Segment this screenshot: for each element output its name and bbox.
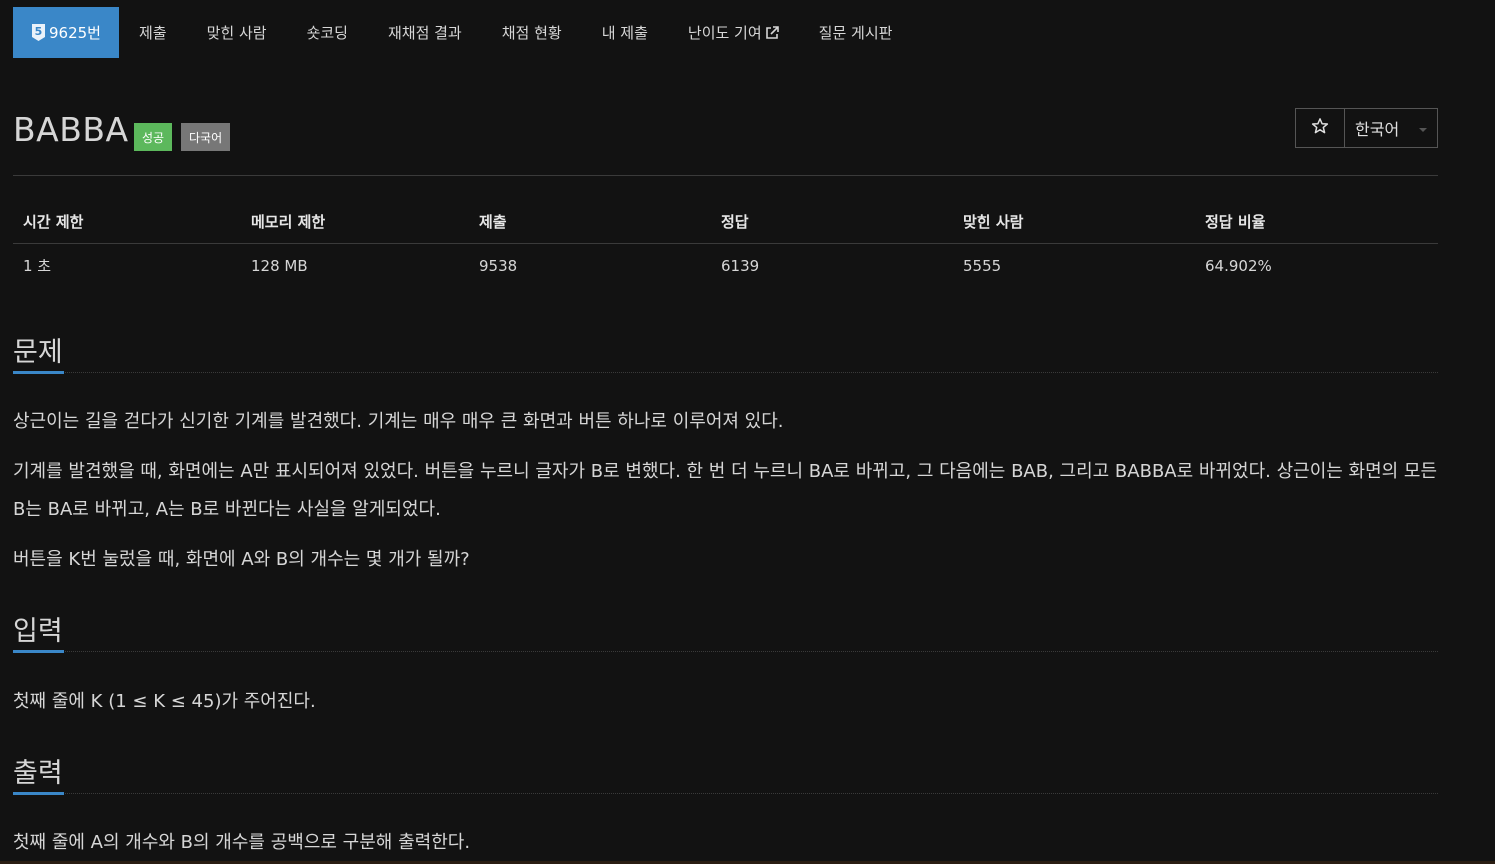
section-output: 출력 첫째 줄에 A의 개수와 B의 개수를 공백으로 구분해 출력한다. (13, 751, 1438, 862)
value-solved-users: 5555 (963, 256, 1002, 275)
value-accepted: 6139 (721, 256, 760, 275)
description-paragraph: 버튼을 K번 눌렀을 때, 화면에 A와 B의 개수는 몇 개가 될까? (13, 549, 470, 570)
problem-page: 5 9625번 제출 맞힌 사람 숏코딩 재채점 결과 채점 현황 내 제출 난… (0, 0, 1495, 864)
tier-number: 5 (34, 25, 43, 38)
value-time-limit: 1 초 (23, 257, 52, 275)
section-description-head: 문제 (13, 330, 1438, 374)
section-input-head: 입력 (13, 609, 1438, 653)
section-underline (13, 650, 64, 653)
menu-problem-id-label: 9625번 (49, 24, 101, 42)
header-memory-limit: 메모리 제한 (241, 199, 469, 244)
label-multilang[interactable]: 다국어 (181, 123, 231, 151)
header-solved-users: 맞힌 사람 (953, 199, 1195, 244)
menu-difficulty-contribute-label: 난이도 기여 (687, 24, 762, 42)
section-underline (13, 792, 64, 795)
menu-rejudge-result[interactable]: 재채점 결과 (368, 7, 482, 58)
value-accept-ratio: 64.902% (1205, 256, 1272, 275)
header-accept-ratio: 정답 비율 (1195, 199, 1438, 244)
favorite-button[interactable] (1296, 109, 1345, 147)
header-time-limit: 시간 제한 (13, 199, 241, 244)
description-paragraph: 상근이는 길을 걷다가 신기한 기계를 발견했다. 기계는 매우 매우 큰 화면… (13, 411, 784, 432)
section-description-heading: 문제 (13, 337, 63, 368)
menu-difficulty-contribute[interactable]: 난이도 기여 (668, 7, 799, 58)
value-memory-limit: 128 MB (251, 256, 308, 275)
header-accepted: 정답 (711, 199, 953, 244)
menu-my-submissions[interactable]: 내 제출 (582, 7, 668, 58)
header-submissions: 제출 (469, 199, 711, 244)
section-input-heading: 입력 (13, 616, 63, 647)
caret-down-icon (1419, 128, 1427, 132)
title-actions: 한국어 (1295, 108, 1438, 148)
description-paragraph: 기계를 발견했을 때, 화면에는 A만 표시되어져 있었다. 버튼을 누르니 글… (13, 461, 1438, 520)
section-output-heading: 출력 (13, 758, 63, 789)
problem-info-table: 시간 제한 메모리 제한 제출 정답 맞힌 사람 정답 비율 1 초 128 M… (13, 199, 1438, 287)
section-underline (13, 371, 64, 374)
menu-question-board[interactable]: 질문 게시판 (799, 7, 913, 58)
output-description: 첫째 줄에 A의 개수와 B의 개수를 공백으로 구분해 출력한다. (13, 832, 471, 853)
section-description: 문제 상근이는 길을 걷다가 신기한 기계를 발견했다. 기계는 매우 매우 큰… (13, 330, 1438, 579)
menu-solved-users[interactable]: 맞힌 사람 (187, 7, 287, 58)
problem-menu: 5 9625번 제출 맞힌 사람 숏코딩 재채점 결과 채점 현황 내 제출 난… (13, 7, 912, 58)
menu-problem-id[interactable]: 5 9625번 (13, 7, 119, 58)
section-input: 입력 첫째 줄에 K (1 ≤ K ≤ 45)가 주어진다. (13, 609, 1438, 721)
language-select-label: 한국어 (1355, 120, 1400, 139)
info-value-row: 1 초 128 MB 9538 6139 5555 64.902% (13, 244, 1438, 288)
menu-submit[interactable]: 제출 (119, 7, 187, 58)
menu-rejudge-status[interactable]: 채점 현황 (482, 7, 582, 58)
value-submissions: 9538 (479, 256, 518, 275)
tier-badge-icon: 5 (32, 24, 45, 41)
input-description: 첫째 줄에 K (1 ≤ K ≤ 45)가 주어진다. (13, 691, 316, 712)
language-select[interactable]: 한국어 (1345, 109, 1437, 147)
star-outline-icon (1311, 117, 1329, 139)
external-link-icon (765, 25, 779, 40)
problem-title-row: BABBA 성공 다국어 한국어 (13, 108, 1438, 158)
info-header-row: 시간 제한 메모리 제한 제출 정답 맞힌 사람 정답 비율 (13, 199, 1438, 244)
label-success: 성공 (134, 123, 173, 151)
problem-title: BABBA (13, 110, 129, 149)
section-output-head: 출력 (13, 751, 1438, 795)
title-divider (13, 175, 1438, 176)
menu-shortest-code[interactable]: 숏코딩 (287, 7, 368, 58)
